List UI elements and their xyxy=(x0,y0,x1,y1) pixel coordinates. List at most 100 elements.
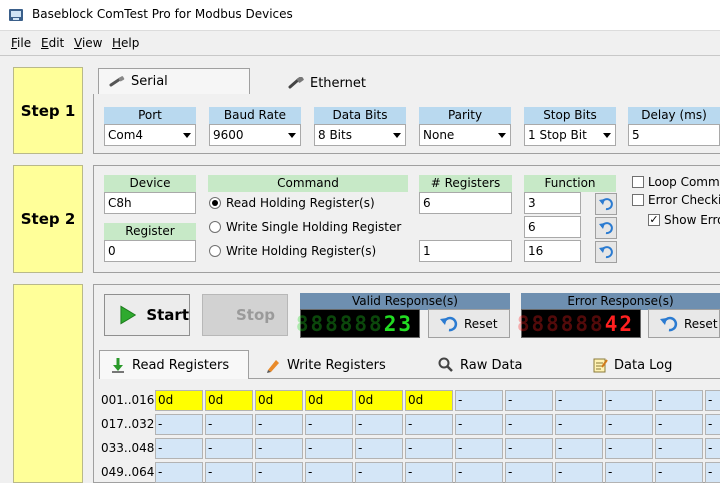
register-cell[interactable]: - xyxy=(455,414,503,435)
register-cell[interactable]: - xyxy=(155,462,203,483)
register-cell[interactable]: - xyxy=(305,462,353,483)
tab-read-registers[interactable]: Read Registers xyxy=(99,350,249,379)
function-single-input[interactable]: 6 xyxy=(524,216,581,238)
device-input[interactable]: C8h xyxy=(104,192,196,214)
menu-edit[interactable]: Edit xyxy=(41,36,64,50)
function-multiple-input[interactable]: 16 xyxy=(524,240,581,262)
databits-select[interactable]: 8 Bits xyxy=(314,124,406,146)
register-cell[interactable]: - xyxy=(455,462,503,483)
stop-label: Stop xyxy=(235,306,275,324)
register-cell[interactable]: - xyxy=(605,438,653,459)
register-cell[interactable]: - xyxy=(255,414,303,435)
register-cell[interactable]: - xyxy=(655,414,703,435)
error-reset-button[interactable]: Reset xyxy=(648,309,720,338)
menu-file[interactable]: File xyxy=(11,36,31,50)
valid-reset-button[interactable]: Reset xyxy=(428,309,510,338)
delay-input[interactable]: 5 xyxy=(628,124,720,146)
register-cell[interactable]: - xyxy=(455,438,503,459)
register-cell[interactable]: - xyxy=(405,414,453,435)
error-checking-label: Error Checki xyxy=(648,193,720,207)
num-registers-write-input[interactable]: 1 xyxy=(419,240,512,262)
command-label: Command xyxy=(208,175,408,192)
show-errors-checkbox[interactable]: ✓ Show Erro xyxy=(648,213,720,227)
register-cell[interactable]: - xyxy=(455,390,503,411)
register-cell[interactable]: - xyxy=(505,462,553,483)
tab-write-registers[interactable]: Write Registers xyxy=(255,352,405,378)
error-checking-checkbox[interactable]: Error Checki xyxy=(632,193,720,207)
register-cell[interactable]: - xyxy=(355,414,403,435)
step3-label xyxy=(13,284,83,483)
register-cell[interactable]: - xyxy=(205,438,253,459)
register-cell[interactable]: - xyxy=(555,438,603,459)
register-cell[interactable]: - xyxy=(355,438,403,459)
baud-select[interactable]: 9600 xyxy=(209,124,301,146)
register-cell[interactable]: - xyxy=(705,462,720,483)
menu-view[interactable]: View xyxy=(74,36,102,50)
function-read-reset-button[interactable] xyxy=(595,193,617,215)
register-cell[interactable]: - xyxy=(255,438,303,459)
device-label: Device xyxy=(104,175,196,192)
function-read-input[interactable]: 3 xyxy=(524,192,581,214)
start-label: Start xyxy=(146,306,189,324)
parity-select[interactable]: None xyxy=(419,124,511,146)
loop-command-checkbox[interactable]: Loop Comma xyxy=(632,175,720,189)
register-cell[interactable]: - xyxy=(605,462,653,483)
register-cell[interactable]: - xyxy=(555,390,603,411)
function-single-reset-button[interactable] xyxy=(595,217,617,239)
port-value: Com4 xyxy=(108,128,144,142)
register-cell[interactable]: - xyxy=(505,390,553,411)
valid-ghost-digits: 888888 xyxy=(295,311,384,336)
stop-button[interactable]: Stop xyxy=(202,294,288,336)
register-cell[interactable]: - xyxy=(305,438,353,459)
register-cell[interactable]: - xyxy=(305,414,353,435)
tab-ethernet[interactable]: Ethernet xyxy=(278,70,388,96)
start-button[interactable]: Start xyxy=(104,294,190,336)
register-cell[interactable]: - xyxy=(705,438,720,459)
app-icon xyxy=(9,9,23,21)
radio-write-multiple[interactable]: Write Holding Register(s) xyxy=(209,244,376,258)
tab-serial[interactable]: Serial xyxy=(98,68,250,94)
register-cell[interactable]: - xyxy=(155,438,203,459)
register-cell[interactable]: - xyxy=(155,414,203,435)
baud-label: Baud Rate xyxy=(209,107,301,124)
window-title: Baseblock ComTest Pro for Modbus Devices xyxy=(32,7,293,21)
register-cell[interactable]: - xyxy=(655,438,703,459)
register-input[interactable]: 0 xyxy=(104,240,196,262)
register-cell[interactable]: 0d xyxy=(355,390,403,411)
register-cell[interactable]: 0d xyxy=(205,390,253,411)
download-arrow-icon xyxy=(112,358,124,373)
num-registers-read-input[interactable]: 6 xyxy=(419,192,512,214)
register-cell[interactable]: - xyxy=(505,438,553,459)
tab-ethernet-label: Ethernet xyxy=(310,75,366,91)
checkbox-box xyxy=(632,194,644,206)
title-bar: Baseblock ComTest Pro for Modbus Devices xyxy=(0,0,720,30)
tab-data-log[interactable]: Data Log xyxy=(582,352,702,378)
port-select[interactable]: Com4 xyxy=(104,124,196,146)
menu-help[interactable]: Help xyxy=(112,36,139,50)
chevron-down-icon xyxy=(393,133,401,138)
register-cell[interactable]: - xyxy=(205,414,253,435)
register-cell[interactable]: - xyxy=(255,462,303,483)
function-multiple-reset-button[interactable] xyxy=(595,241,617,263)
register-cell[interactable]: 0d xyxy=(305,390,353,411)
register-cell[interactable]: - xyxy=(655,390,703,411)
register-cell[interactable]: - xyxy=(605,390,653,411)
radio-read-holding[interactable]: Read Holding Register(s) xyxy=(209,196,375,210)
register-cell[interactable]: - xyxy=(655,462,703,483)
register-cell[interactable]: - xyxy=(605,414,653,435)
register-cell[interactable]: - xyxy=(205,462,253,483)
tab-raw-data[interactable]: Raw Data xyxy=(428,352,548,378)
register-cell[interactable]: - xyxy=(705,414,720,435)
register-cell[interactable]: - xyxy=(705,390,720,411)
register-cell[interactable]: 0d xyxy=(405,390,453,411)
register-cell[interactable]: - xyxy=(355,462,403,483)
register-cell[interactable]: 0d xyxy=(255,390,303,411)
register-cell[interactable]: - xyxy=(405,438,453,459)
register-cell[interactable]: - xyxy=(555,414,603,435)
radio-write-single[interactable]: Write Single Holding Register xyxy=(209,220,401,234)
stopbits-select[interactable]: 1 Stop Bit xyxy=(524,124,616,146)
register-cell[interactable]: - xyxy=(555,462,603,483)
register-cell[interactable]: 0d xyxy=(155,390,203,411)
register-cell[interactable]: - xyxy=(405,462,453,483)
register-cell[interactable]: - xyxy=(505,414,553,435)
